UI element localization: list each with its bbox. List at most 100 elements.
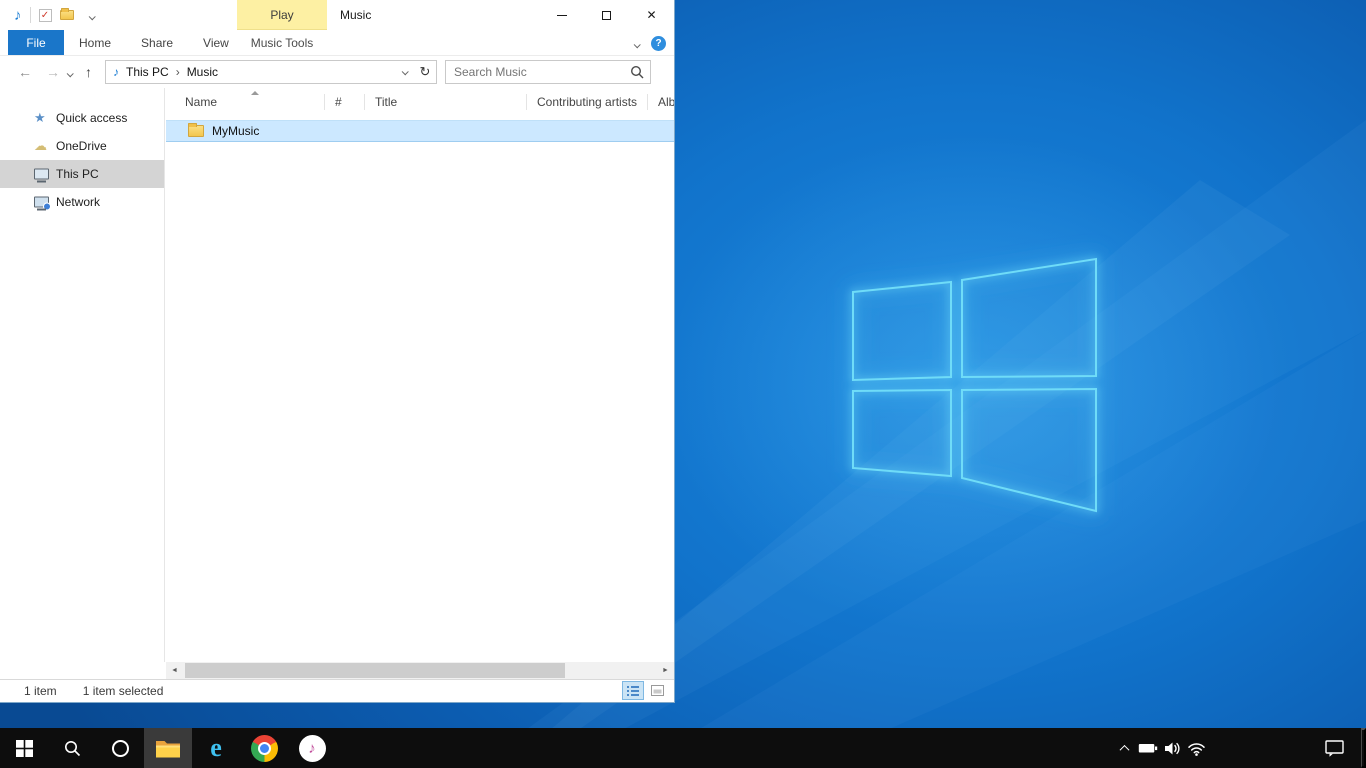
file-explorer-window: ♪ ✓ Play Music ✕ File Home Share View Mu… xyxy=(0,0,674,702)
column-header-name[interactable]: Name xyxy=(166,88,325,116)
tab-music-tools[interactable]: Music Tools xyxy=(237,30,327,56)
column-header-contributing-artists[interactable]: Contributing artists xyxy=(527,88,648,116)
navigation-pane: ★ Quick access ☁ OneDrive This PC Networ… xyxy=(0,88,165,662)
view-toggle-buttons xyxy=(622,681,668,700)
contextual-tab-group-play[interactable]: Play xyxy=(237,0,327,30)
sidebar-item-network[interactable]: Network xyxy=(0,188,164,216)
system-tray xyxy=(1112,728,1208,768)
column-header-row: Name # Title Contributing artists Album xyxy=(166,88,674,116)
action-center-icon xyxy=(1325,740,1344,757)
start-button[interactable] xyxy=(0,728,48,768)
search-box xyxy=(445,60,651,84)
scrollbar-thumb[interactable] xyxy=(185,663,565,678)
file-row-mymusic[interactable]: MyMusic xyxy=(166,120,674,142)
window-controls: ✕ xyxy=(539,0,674,30)
column-header-title[interactable]: Title xyxy=(365,88,527,116)
sidebar-item-quick-access[interactable]: ★ Quick access xyxy=(0,104,164,132)
recent-locations-button[interactable] xyxy=(67,65,72,80)
details-view-button[interactable] xyxy=(622,681,644,700)
tab-view[interactable]: View xyxy=(188,30,244,55)
tab-share[interactable]: Share xyxy=(126,30,188,55)
sidebar-item-this-pc[interactable]: This PC xyxy=(0,160,164,188)
folder-icon xyxy=(188,125,204,137)
tab-file[interactable]: File xyxy=(8,30,64,55)
large-icons-view-button[interactable] xyxy=(646,681,668,700)
wifi-icon xyxy=(1187,741,1206,756)
chevron-down-icon xyxy=(401,68,408,75)
address-toolbar: ← → ↑ ♪ This PC › Music ↻ xyxy=(0,56,674,88)
column-header-album[interactable]: Album xyxy=(648,88,674,116)
sidebar-item-label: Network xyxy=(56,195,100,209)
maximize-icon xyxy=(602,11,611,20)
minimize-icon xyxy=(557,15,567,16)
horizontal-scrollbar[interactable]: ◄ ► xyxy=(166,662,674,679)
search-icon xyxy=(64,740,81,757)
maximize-button[interactable] xyxy=(584,0,629,30)
titlebar-divider xyxy=(30,7,31,23)
close-icon: ✕ xyxy=(646,8,656,22)
large-icons-view-icon xyxy=(651,685,664,696)
taskbar-search-button[interactable] xyxy=(48,728,96,768)
breadcrumb-music[interactable]: Music xyxy=(180,65,225,79)
internet-explorer-icon: e xyxy=(210,735,222,761)
chevron-down-icon xyxy=(634,41,641,48)
speaker-icon xyxy=(1164,741,1181,756)
chevron-down-icon xyxy=(67,70,74,77)
chevron-down-icon xyxy=(88,13,95,20)
new-folder-quick-access-icon[interactable] xyxy=(60,10,74,20)
battery-tray-button[interactable] xyxy=(1136,728,1160,768)
search-input[interactable] xyxy=(454,65,630,79)
taskbar: e ♪ xyxy=(0,728,1366,768)
expand-ribbon-button[interactable] xyxy=(634,36,639,51)
taskbar-itunes-button[interactable]: ♪ xyxy=(288,728,336,768)
quick-access-star-icon: ★ xyxy=(34,110,46,126)
sidebar-item-onedrive[interactable]: ☁ OneDrive xyxy=(0,132,164,160)
help-button[interactable]: ? xyxy=(651,36,666,51)
up-button[interactable]: ↑ xyxy=(85,65,92,79)
action-center-button[interactable] xyxy=(1316,728,1352,768)
volume-tray-button[interactable] xyxy=(1160,728,1184,768)
network-icon xyxy=(34,197,49,208)
refresh-button[interactable]: ↻ xyxy=(414,61,436,83)
taskbar-internet-explorer-button[interactable]: e xyxy=(192,728,240,768)
file-name: MyMusic xyxy=(212,124,259,138)
address-bar[interactable]: ♪ This PC › Music ↻ xyxy=(105,60,437,84)
close-button[interactable]: ✕ xyxy=(629,0,674,30)
network-tray-button[interactable] xyxy=(1184,728,1208,768)
battery-icon xyxy=(1138,740,1158,756)
customize-quick-access-toolbar-button[interactable] xyxy=(89,8,94,23)
sidebar-item-label: This PC xyxy=(56,167,99,181)
column-header-number[interactable]: # xyxy=(325,88,365,116)
window-title: Music xyxy=(340,0,371,30)
scroll-right-button[interactable]: ► xyxy=(657,662,674,679)
show-hidden-icons-button[interactable] xyxy=(1112,728,1136,768)
status-bar: 1 item 1 item selected xyxy=(0,679,674,702)
chrome-icon xyxy=(251,735,278,762)
title-bar: ♪ ✓ Play Music ✕ xyxy=(0,0,674,30)
sidebar-item-label: OneDrive xyxy=(56,139,107,153)
music-app-icon: ♪ xyxy=(14,7,22,24)
scroll-left-button[interactable]: ◄ xyxy=(166,662,183,679)
previous-locations-dropdown-button[interactable] xyxy=(394,61,414,83)
back-button[interactable]: ← xyxy=(18,65,32,79)
breadcrumb-this-pc[interactable]: This PC xyxy=(119,65,176,79)
tab-home[interactable]: Home xyxy=(64,30,126,55)
windows-start-icon xyxy=(16,740,33,757)
itunes-icon: ♪ xyxy=(299,735,326,762)
details-view-icon xyxy=(627,686,639,696)
this-pc-monitor-icon xyxy=(34,169,49,180)
show-desktop-button[interactable] xyxy=(1361,728,1366,768)
taskbar-file-explorer-button[interactable] xyxy=(144,728,192,768)
forward-button[interactable]: → xyxy=(46,65,60,79)
properties-quick-access-icon[interactable]: ✓ xyxy=(39,9,52,22)
sort-ascending-indicator xyxy=(251,91,259,95)
ribbon-tab-row: File Home Share View xyxy=(0,30,674,56)
taskbar-chrome-button[interactable] xyxy=(240,728,288,768)
file-explorer-icon xyxy=(155,738,181,759)
search-icon xyxy=(630,65,644,79)
minimize-button[interactable] xyxy=(539,0,584,30)
chevron-up-icon xyxy=(1119,744,1129,754)
onedrive-cloud-icon: ☁ xyxy=(34,138,47,154)
cortana-button[interactable] xyxy=(96,728,144,768)
cortana-icon xyxy=(112,740,129,757)
